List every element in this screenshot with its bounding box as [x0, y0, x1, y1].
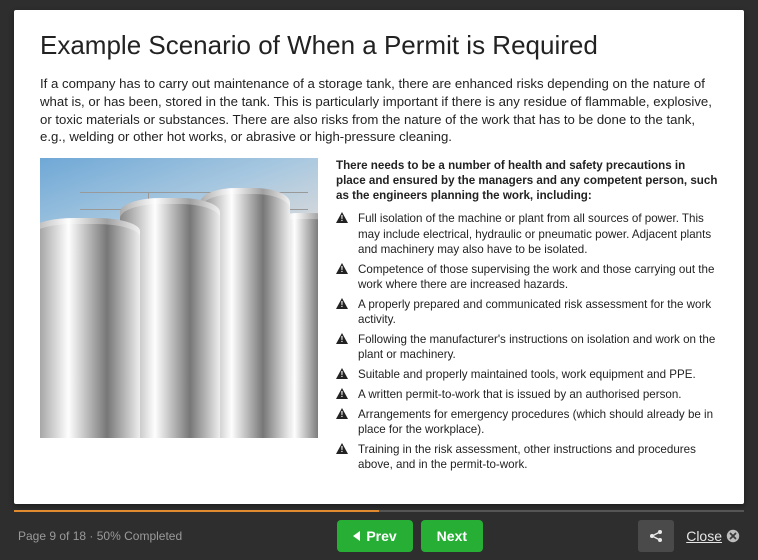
next-button-label: Next — [437, 528, 467, 544]
list-item: Training in the risk assessment, other i… — [336, 442, 718, 472]
next-button[interactable]: Next — [421, 520, 483, 552]
chevron-left-icon — [353, 531, 360, 541]
list-item: Competence of those supervising the work… — [336, 262, 718, 292]
precautions-lead: There needs to be a number of health and… — [336, 158, 718, 203]
precautions-section: There needs to be a number of health and… — [336, 158, 718, 477]
separator: · — [89, 529, 96, 543]
warning-icon — [336, 388, 348, 399]
list-item-text: A properly prepared and communicated ris… — [358, 298, 711, 326]
progress-fill — [14, 510, 379, 512]
intro-paragraph: If a company has to carry out maintenanc… — [40, 75, 718, 146]
content-card: Example Scenario of When a Permit is Req… — [14, 10, 744, 504]
settings-button[interactable] — [638, 520, 674, 552]
prev-button-label: Prev — [366, 528, 396, 544]
close-button[interactable]: Close — [686, 528, 740, 544]
completion-indicator: 50% Completed — [97, 529, 182, 543]
warning-icon — [336, 212, 348, 223]
list-item: Following the manufacturer's instruction… — [336, 332, 718, 362]
warning-icon — [336, 298, 348, 309]
warning-icon — [336, 368, 348, 379]
list-item-text: Full isolation of the machine or plant f… — [358, 212, 711, 255]
footer-status: Page 9 of 18 · 50% Completed — [18, 529, 182, 543]
list-item-text: Following the manufacturer's instruction… — [358, 333, 715, 361]
nav-buttons: Prev Next — [182, 520, 638, 552]
warning-icon — [336, 443, 348, 454]
page-title: Example Scenario of When a Permit is Req… — [40, 30, 718, 61]
list-item-text: Training in the risk assessment, other i… — [358, 443, 696, 471]
list-item-text: Competence of those supervising the work… — [358, 263, 714, 291]
list-item: A written permit-to-work that is issued … — [336, 387, 718, 402]
list-item: Suitable and properly maintained tools, … — [336, 367, 718, 382]
close-button-label: Close — [686, 528, 722, 544]
precautions-list: Full isolation of the machine or plant f… — [336, 211, 718, 472]
footer-bar: Page 9 of 18 · 50% Completed Prev Next C — [0, 512, 758, 560]
two-column-layout: There needs to be a number of health and… — [40, 158, 718, 477]
warning-icon — [336, 263, 348, 274]
list-item-text: Suitable and properly maintained tools, … — [358, 368, 696, 381]
list-item-text: A written permit-to-work that is issued … — [358, 388, 682, 401]
list-item: Arrangements for emergency procedures (w… — [336, 407, 718, 437]
close-icon — [726, 529, 740, 543]
progress-bar — [14, 510, 744, 512]
warning-icon — [336, 333, 348, 344]
storage-tanks-image — [40, 158, 318, 438]
share-icon — [648, 528, 664, 544]
footer-right-controls: Close — [638, 520, 740, 552]
list-item: Full isolation of the machine or plant f… — [336, 211, 718, 256]
page-indicator: Page 9 of 18 — [18, 529, 86, 543]
list-item-text: Arrangements for emergency procedures (w… — [358, 408, 713, 436]
warning-icon — [336, 408, 348, 419]
prev-button[interactable]: Prev — [337, 520, 412, 552]
list-item: A properly prepared and communicated ris… — [336, 297, 718, 327]
